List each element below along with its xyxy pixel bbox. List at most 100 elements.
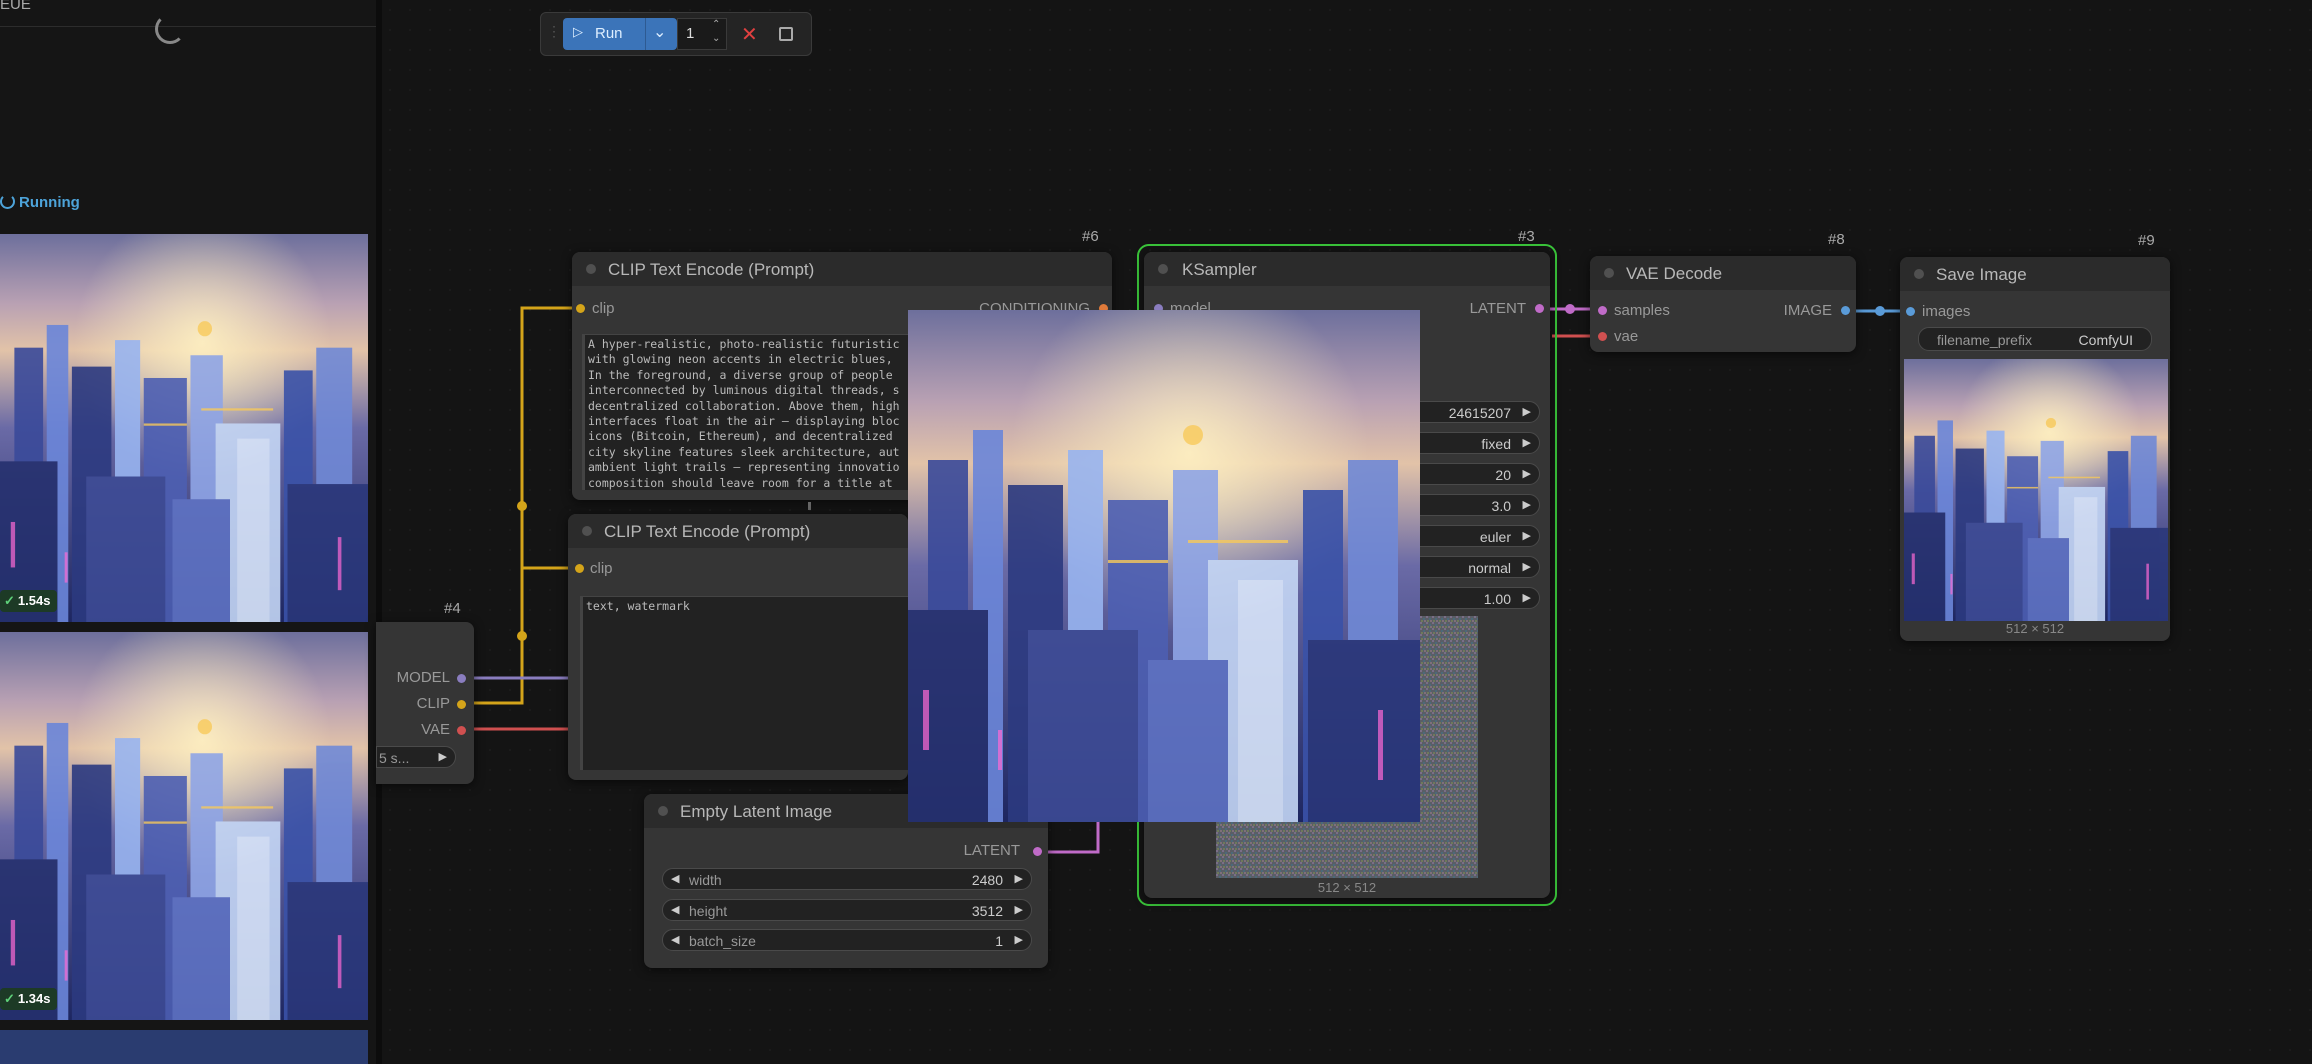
- input-label-clip: clip: [590, 560, 613, 577]
- clip-text-encode-negative-node[interactable]: CLIP Text Encode (Prompt) clip text, wat…: [568, 514, 908, 780]
- widget-value: 1.00: [1483, 591, 1511, 607]
- check-icon: ✓: [4, 991, 15, 1006]
- negative-prompt-textarea[interactable]: text, watermark: [580, 596, 908, 770]
- output-slot-clip[interactable]: [457, 700, 466, 709]
- collapse-dot-icon[interactable]: [582, 526, 592, 536]
- queue-item-thumbnail[interactable]: [0, 1030, 368, 1064]
- output-label-model: MODEL: [396, 669, 450, 686]
- arrow-right-icon[interactable]: ▶: [1523, 560, 1531, 573]
- stop-icon[interactable]: [779, 27, 793, 41]
- widget-value: ComfyUI: [2078, 332, 2133, 348]
- batch-size-widget[interactable]: ◀ batch_size 1 ▶: [662, 929, 1032, 951]
- node-title: Empty Latent Image: [680, 802, 833, 821]
- input-label-vae: vae: [1614, 328, 1639, 345]
- output-slot-latent[interactable]: [1033, 847, 1042, 856]
- node-title-bar[interactable]: CLIP Text Encode (Prompt): [572, 252, 1112, 286]
- queue-sidebar: EUE Running ✓ 1.54s ✓ 1.34s: [0, 0, 382, 1064]
- output-slot-latent[interactable]: [1535, 304, 1544, 313]
- output-label-latent: LATENT: [1469, 300, 1526, 317]
- arrow-right-icon[interactable]: ▶: [1523, 436, 1531, 449]
- image-size-label: 512 × 512: [1317, 880, 1377, 895]
- filename-prefix-widget[interactable]: filename_prefix ComfyUI: [1918, 327, 2152, 351]
- widget-value: 24615207: [1448, 405, 1511, 421]
- time-value: 1.54s: [17, 593, 51, 608]
- cancel-icon[interactable]: ✕: [741, 22, 758, 47]
- queue-header: EUE: [0, 0, 376, 27]
- node-id: #8: [1828, 231, 1845, 248]
- arrow-left-icon[interactable]: ◀: [671, 903, 679, 916]
- widget-value: fixed: [1481, 436, 1511, 452]
- input-slot-vae[interactable]: [1598, 332, 1607, 341]
- height-widget[interactable]: ◀ height 3512 ▶: [662, 899, 1032, 921]
- input-slot-clip[interactable]: [576, 304, 585, 313]
- run-button[interactable]: ▷ Run ⌄: [563, 18, 677, 50]
- running-label: Running: [19, 194, 80, 211]
- node-title: Save Image: [1936, 265, 2027, 284]
- divider: [645, 18, 646, 50]
- arrow-left-icon[interactable]: ◀: [671, 872, 679, 885]
- saved-image-preview[interactable]: [1904, 359, 2168, 621]
- output-slot-model[interactable]: [457, 674, 466, 683]
- checkpoint-loader-node[interactable]: MODEL CLIP VAE 5 s... ▶: [376, 622, 474, 784]
- run-label: Run: [595, 25, 623, 42]
- node-title-bar[interactable]: Save Image: [1900, 257, 2170, 291]
- widget-label: height: [689, 903, 728, 919]
- arrow-right-icon[interactable]: ▶: [1523, 405, 1531, 418]
- arrow-right-icon[interactable]: ▶: [1015, 933, 1023, 946]
- widget-value: normal: [1468, 560, 1511, 576]
- input-slot-samples[interactable]: [1598, 306, 1607, 315]
- input-slot-images[interactable]: [1906, 307, 1915, 316]
- batch-count-input[interactable]: 1 ⌃ ⌄: [677, 18, 727, 50]
- node-title: CLIP Text Encode (Prompt): [604, 522, 811, 541]
- play-icon: ▷: [573, 24, 583, 39]
- resize-handle[interactable]: [808, 502, 811, 510]
- arrow-right-icon[interactable]: ▶: [1015, 903, 1023, 916]
- vae-decode-node[interactable]: VAE Decode samples vae IMAGE: [1590, 256, 1856, 352]
- node-title: KSampler: [1182, 260, 1257, 279]
- output-slot-image[interactable]: [1841, 306, 1850, 315]
- decrement-icon[interactable]: ⌄: [712, 33, 720, 44]
- collapse-dot-icon[interactable]: [1914, 269, 1924, 279]
- input-label-images: images: [1922, 303, 1971, 320]
- collapse-dot-icon[interactable]: [586, 264, 596, 274]
- output-label-vae: VAE: [421, 721, 450, 738]
- arrow-right-icon[interactable]: ▶: [1015, 872, 1023, 885]
- arrow-right-icon[interactable]: ▶: [439, 750, 447, 763]
- batch-count-value: 1: [686, 25, 695, 42]
- chevron-down-icon[interactable]: ⌄: [653, 22, 666, 42]
- image-preview-popup[interactable]: [908, 310, 1420, 822]
- node-id: #4: [444, 600, 461, 617]
- ckpt-name-value: 5 s...: [379, 750, 410, 766]
- ckpt-name-widget[interactable]: 5 s... ▶: [376, 746, 456, 768]
- collapse-dot-icon[interactable]: [658, 806, 668, 816]
- output-label-image: IMAGE: [1783, 302, 1832, 319]
- widget-value: euler: [1479, 529, 1511, 545]
- spinner-icon: [0, 194, 15, 209]
- queue-item-thumbnail[interactable]: [0, 632, 368, 1020]
- width-widget[interactable]: ◀ width 2480 ▶: [662, 868, 1032, 890]
- node-title-bar[interactable]: CLIP Text Encode (Prompt): [568, 514, 908, 548]
- node-id: #6: [1082, 228, 1099, 245]
- arrow-right-icon[interactable]: ▶: [1523, 498, 1531, 511]
- run-toolbar: ⋮⋮ ▷ Run ⌄ 1 ⌃ ⌄ ✕: [540, 12, 812, 56]
- node-id: #3: [1518, 228, 1535, 245]
- increment-icon[interactable]: ⌃: [712, 19, 720, 30]
- save-image-node[interactable]: Save Image images filename_prefix ComfyU…: [1900, 257, 2170, 641]
- arrow-right-icon[interactable]: ▶: [1523, 529, 1531, 542]
- output-slot-vae[interactable]: [457, 726, 466, 735]
- time-value: 1.34s: [17, 991, 51, 1006]
- arrow-right-icon[interactable]: ▶: [1523, 591, 1531, 604]
- widget-value: 3.0: [1491, 498, 1511, 514]
- arrow-left-icon[interactable]: ◀: [671, 933, 679, 946]
- node-title-bar[interactable]: VAE Decode: [1590, 256, 1856, 290]
- queue-item-time-badge: ✓ 1.54s: [0, 590, 58, 612]
- node-id: #9: [2138, 232, 2155, 249]
- check-icon: ✓: [4, 593, 15, 608]
- input-slot-clip[interactable]: [575, 564, 584, 573]
- node-title-bar[interactable]: KSampler: [1144, 252, 1550, 286]
- output-label-clip: CLIP: [416, 695, 450, 712]
- collapse-dot-icon[interactable]: [1158, 264, 1168, 274]
- queue-item-thumbnail[interactable]: [0, 234, 368, 622]
- collapse-dot-icon[interactable]: [1604, 268, 1614, 278]
- arrow-right-icon[interactable]: ▶: [1523, 467, 1531, 480]
